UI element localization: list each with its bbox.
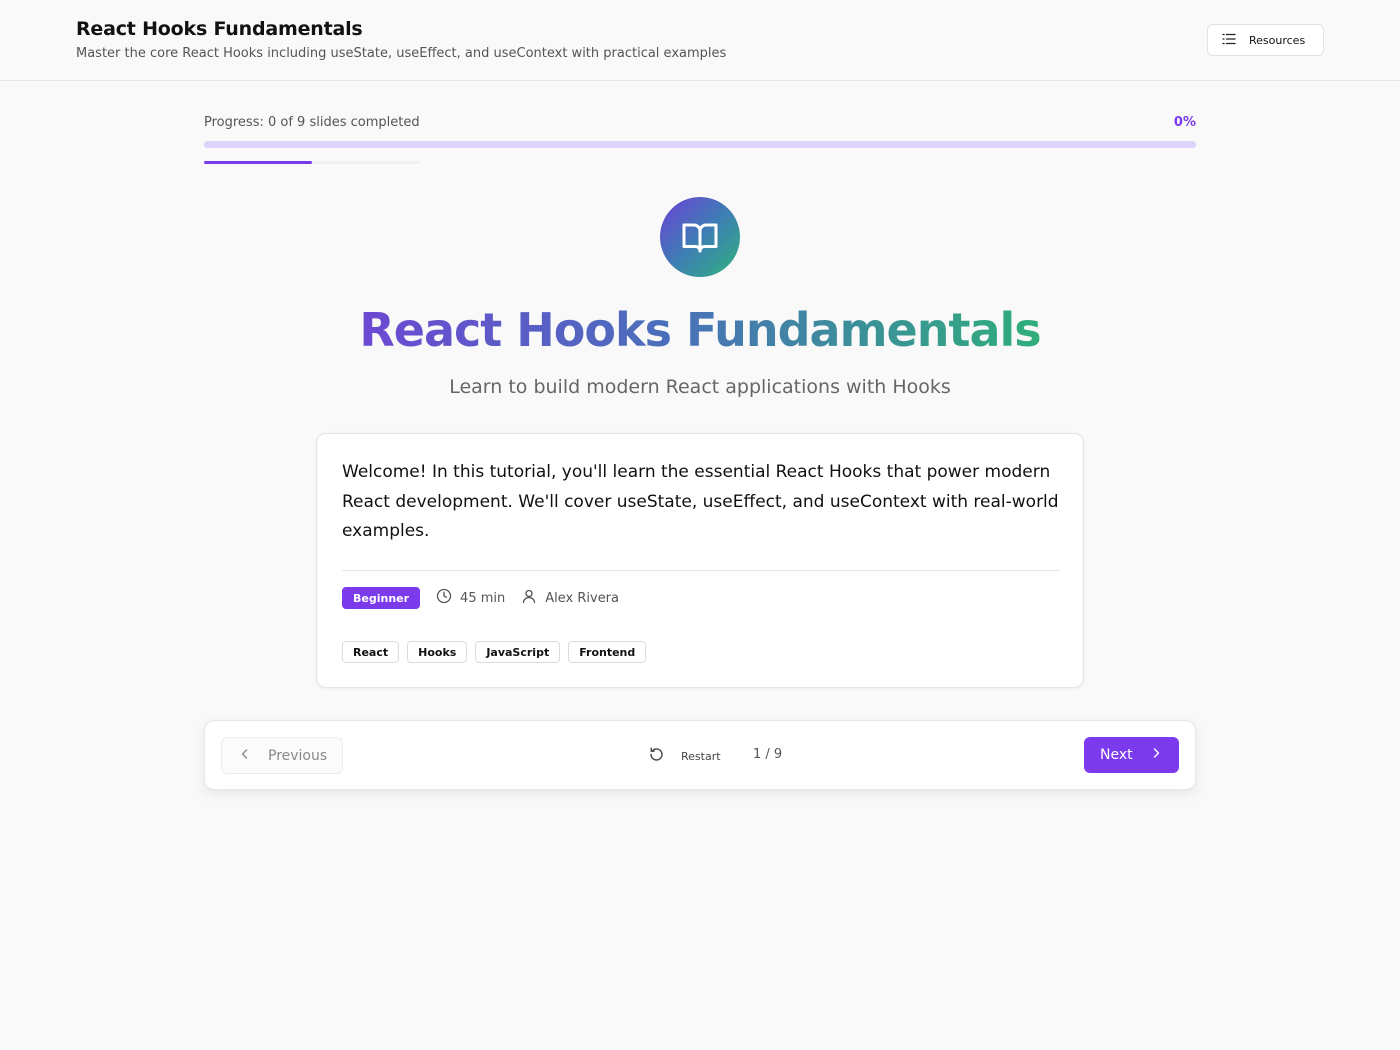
hero-subtitle: Learn to build modern React applications… (449, 376, 951, 398)
list-icon (1221, 31, 1237, 50)
slide-card: Welcome! In this tutorial, you'll learn … (316, 433, 1084, 688)
previous-label: Previous (268, 747, 328, 764)
app-header: React Hooks Fundamentals Master the core… (0, 0, 1400, 81)
duration: 45 min (436, 588, 505, 608)
chevron-left-icon (238, 747, 252, 765)
next-label: Next (1100, 747, 1133, 763)
book-open-icon (660, 197, 740, 277)
slide-segment (204, 161, 312, 164)
level-badge: Beginner (342, 587, 421, 609)
duration-text: 45 min (460, 590, 506, 606)
tag: Hooks (407, 641, 468, 663)
slide-indicator (204, 161, 419, 164)
divider (342, 570, 1060, 571)
restart-icon (648, 746, 665, 766)
tag: React (342, 641, 400, 663)
slide-body-text: Welcome! In this tutorial, you'll learn … (342, 462, 1059, 541)
resources-button[interactable]: Resources (1207, 24, 1324, 56)
chevron-right-icon (1149, 746, 1163, 764)
progress-bar (204, 141, 1196, 148)
tags-row: React Hooks JavaScript Frontend (342, 641, 647, 663)
slide-navigation: Previous Restart 1 / 9 Next (204, 720, 1196, 790)
restart-button[interactable]: Restart (648, 745, 721, 767)
previous-button[interactable]: Previous (221, 737, 343, 774)
page-title: React Hooks Fundamentals (76, 18, 363, 40)
hero-title: React Hooks Fundamentals (359, 303, 1041, 357)
user-icon (521, 588, 537, 608)
author-name: Alex Rivera (545, 590, 619, 606)
page-subtitle: Master the core React Hooks including us… (76, 46, 727, 61)
tag: JavaScript (475, 641, 561, 663)
author: Alex Rivera (521, 588, 619, 608)
slide-segment (311, 161, 419, 164)
restart-label: Restart (681, 749, 721, 763)
resources-label: Resources (1249, 33, 1306, 47)
progress-percent: 0% (1173, 115, 1196, 130)
clock-icon (436, 588, 452, 608)
progress-label: Progress: 0 of 9 slides completed (204, 115, 420, 130)
meta-row: Beginner 45 min Alex Rivera (342, 587, 619, 609)
slide-counter: 1 / 9 (753, 747, 783, 762)
tag: Frontend (568, 641, 647, 663)
next-button[interactable]: Next (1084, 737, 1179, 773)
